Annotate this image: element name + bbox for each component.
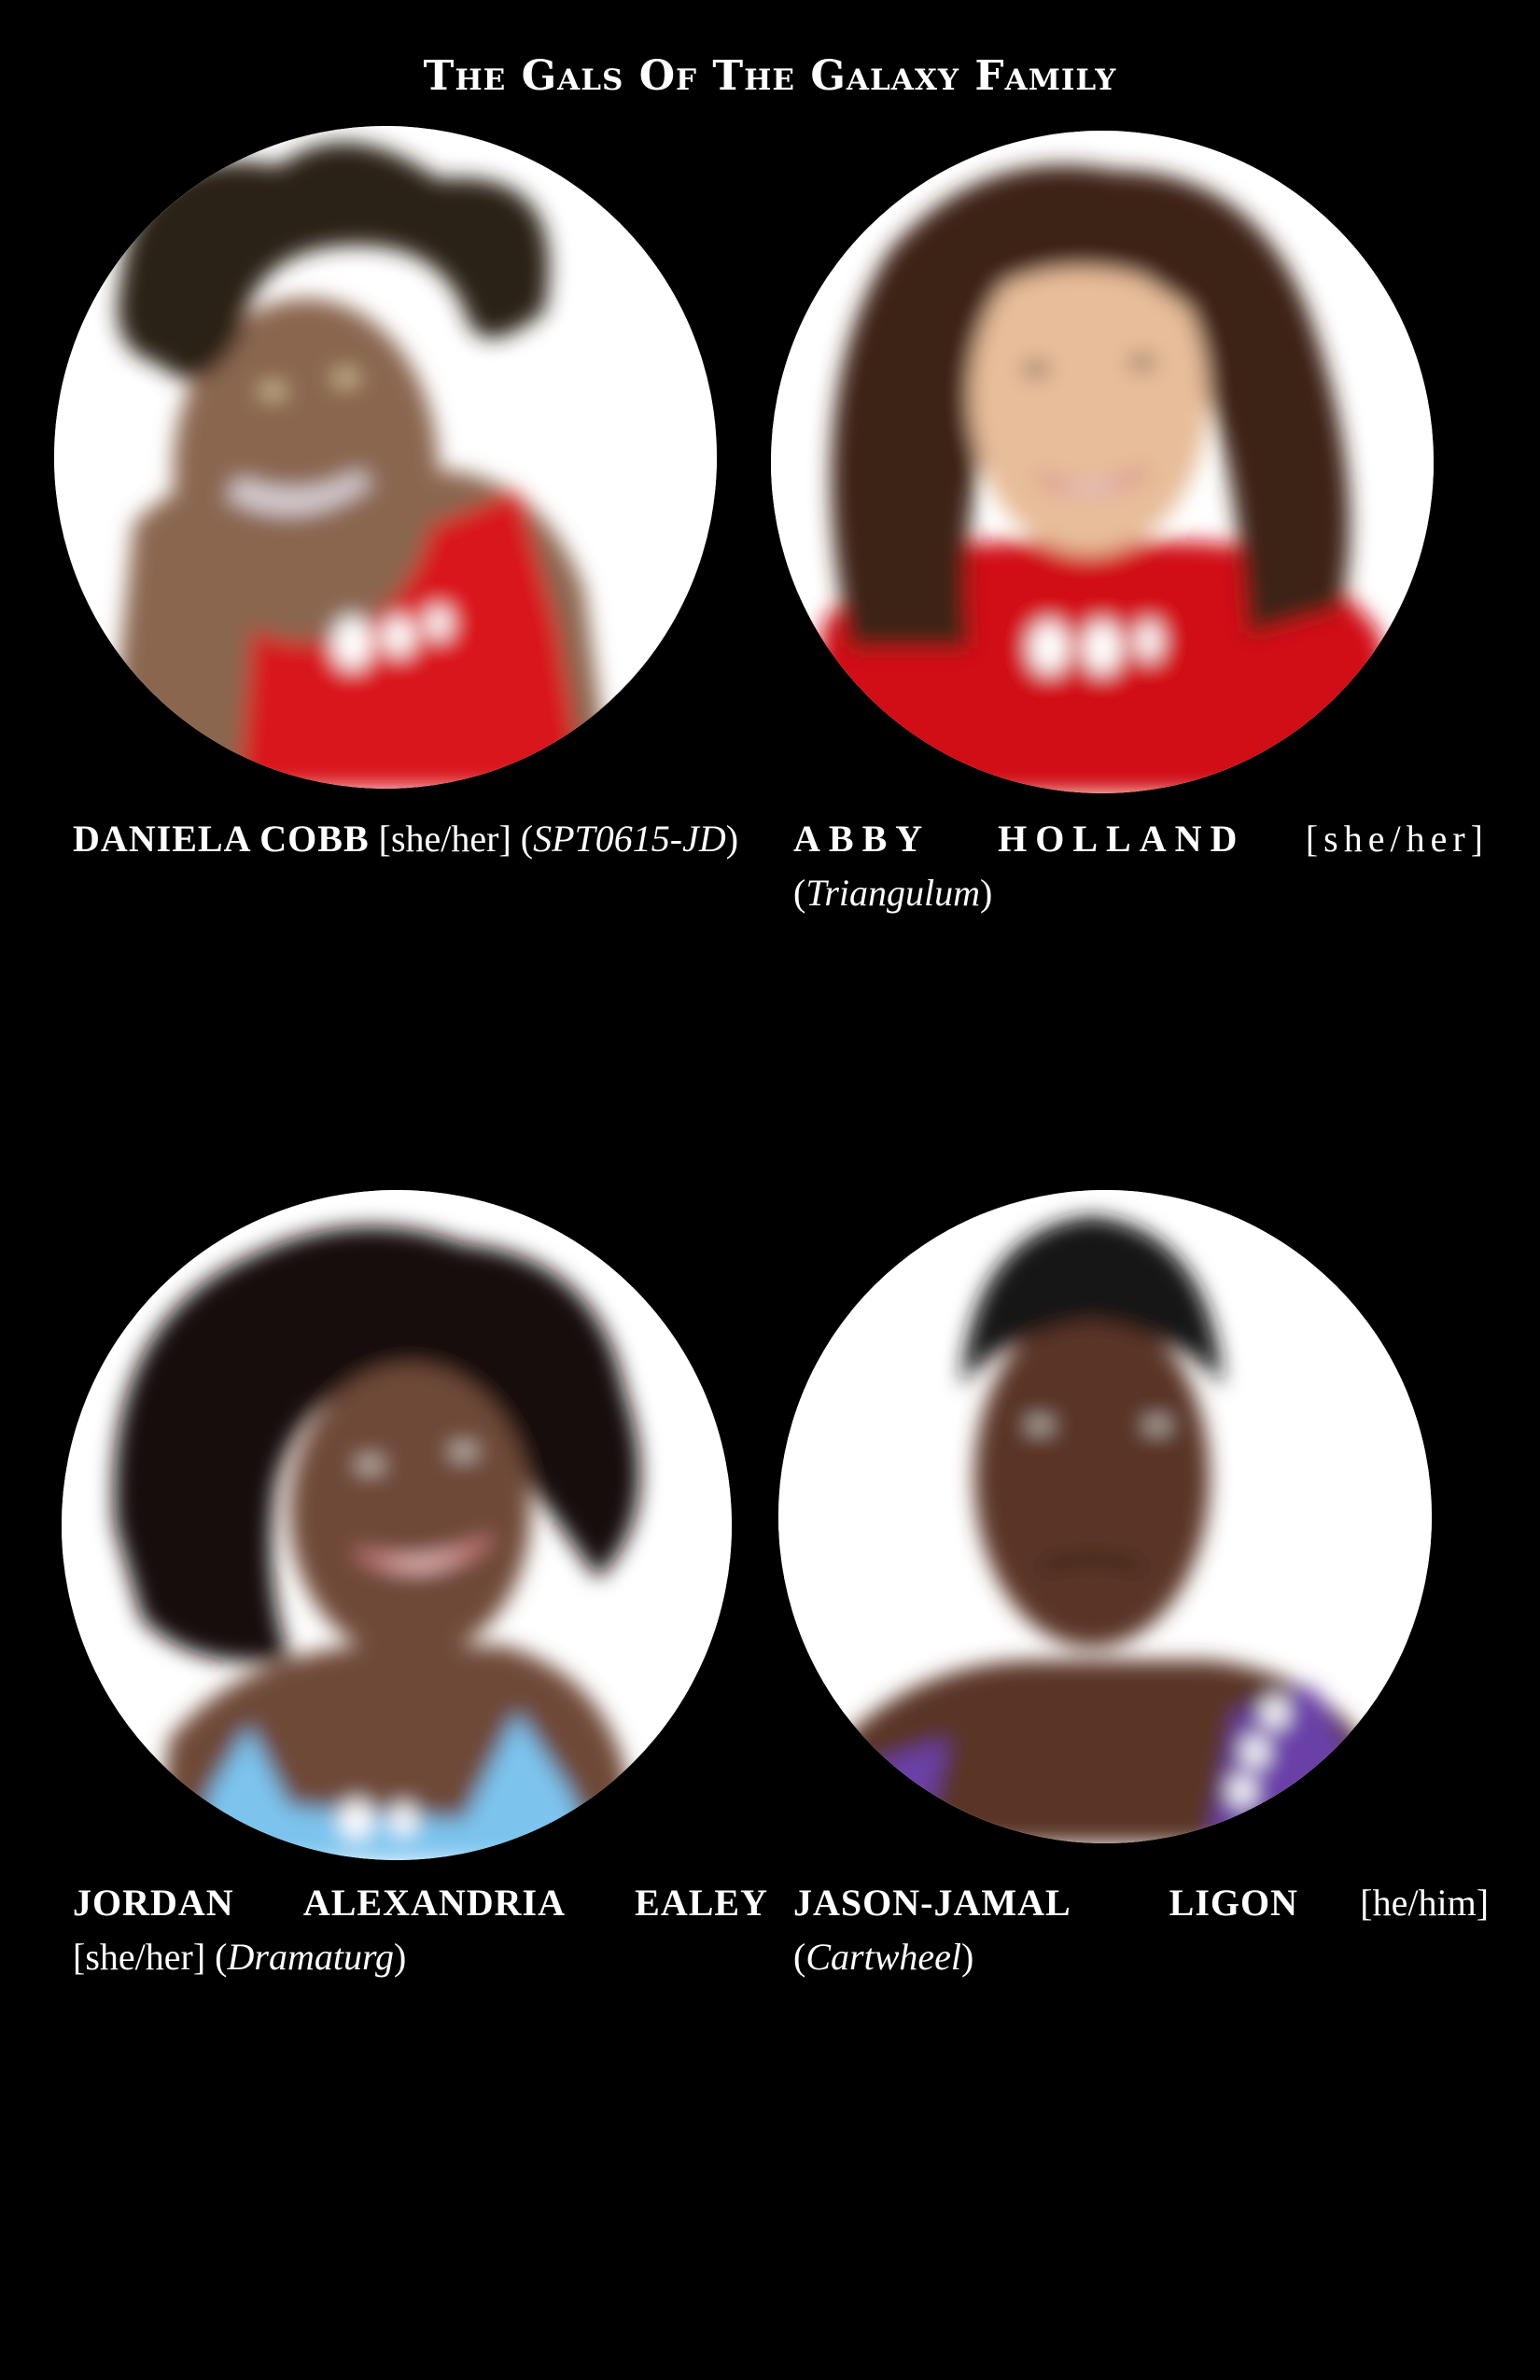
portrait-jordan: [62, 1190, 732, 1860]
member-pronouns: [she/her]: [1305, 818, 1489, 860]
caption-jordan: JORDAN ALEXANDRIA EALEY [she/her] (Drama…: [73, 1882, 768, 1978]
portrait-illustration: [62, 1190, 732, 1860]
member-pronouns: [she/her]: [73, 1936, 206, 1978]
member-alias: Triangulum: [805, 872, 981, 914]
caption-jason: JASON-JAMAL LIGON [he/him] (Cartwheel): [793, 1882, 1490, 1978]
member-alias: Dramaturg: [227, 1936, 395, 1978]
portrait-jason: [778, 1190, 1432, 1843]
portrait-illustration: [771, 131, 1434, 793]
caption-daniela: DANIELA COBB [she/her] (SPT0615-JD): [73, 818, 739, 860]
member-name: ABBY HOLLAND: [793, 818, 1246, 860]
portrait-illustration: [778, 1190, 1432, 1843]
portrait-abby: [771, 131, 1434, 793]
page-title: The Gals Of The Galaxy Family: [423, 52, 1117, 100]
member-name: JORDAN ALEXANDRIA EALEY: [73, 1882, 768, 1924]
member-name: DANIELA COBB: [73, 818, 370, 860]
member-pronouns: [he/him]: [1360, 1882, 1490, 1924]
member-alias: Cartwheel: [805, 1936, 961, 1978]
member-alias: SPT0615-JD: [533, 818, 726, 860]
portrait-illustration: [54, 126, 717, 789]
portrait-daniela: [54, 126, 717, 789]
member-pronouns: [she/her]: [378, 818, 511, 860]
caption-abby: ABBY HOLLAND [she/her] (Triangulum): [793, 818, 1489, 914]
member-name: JASON-JAMAL LIGON: [793, 1882, 1299, 1924]
